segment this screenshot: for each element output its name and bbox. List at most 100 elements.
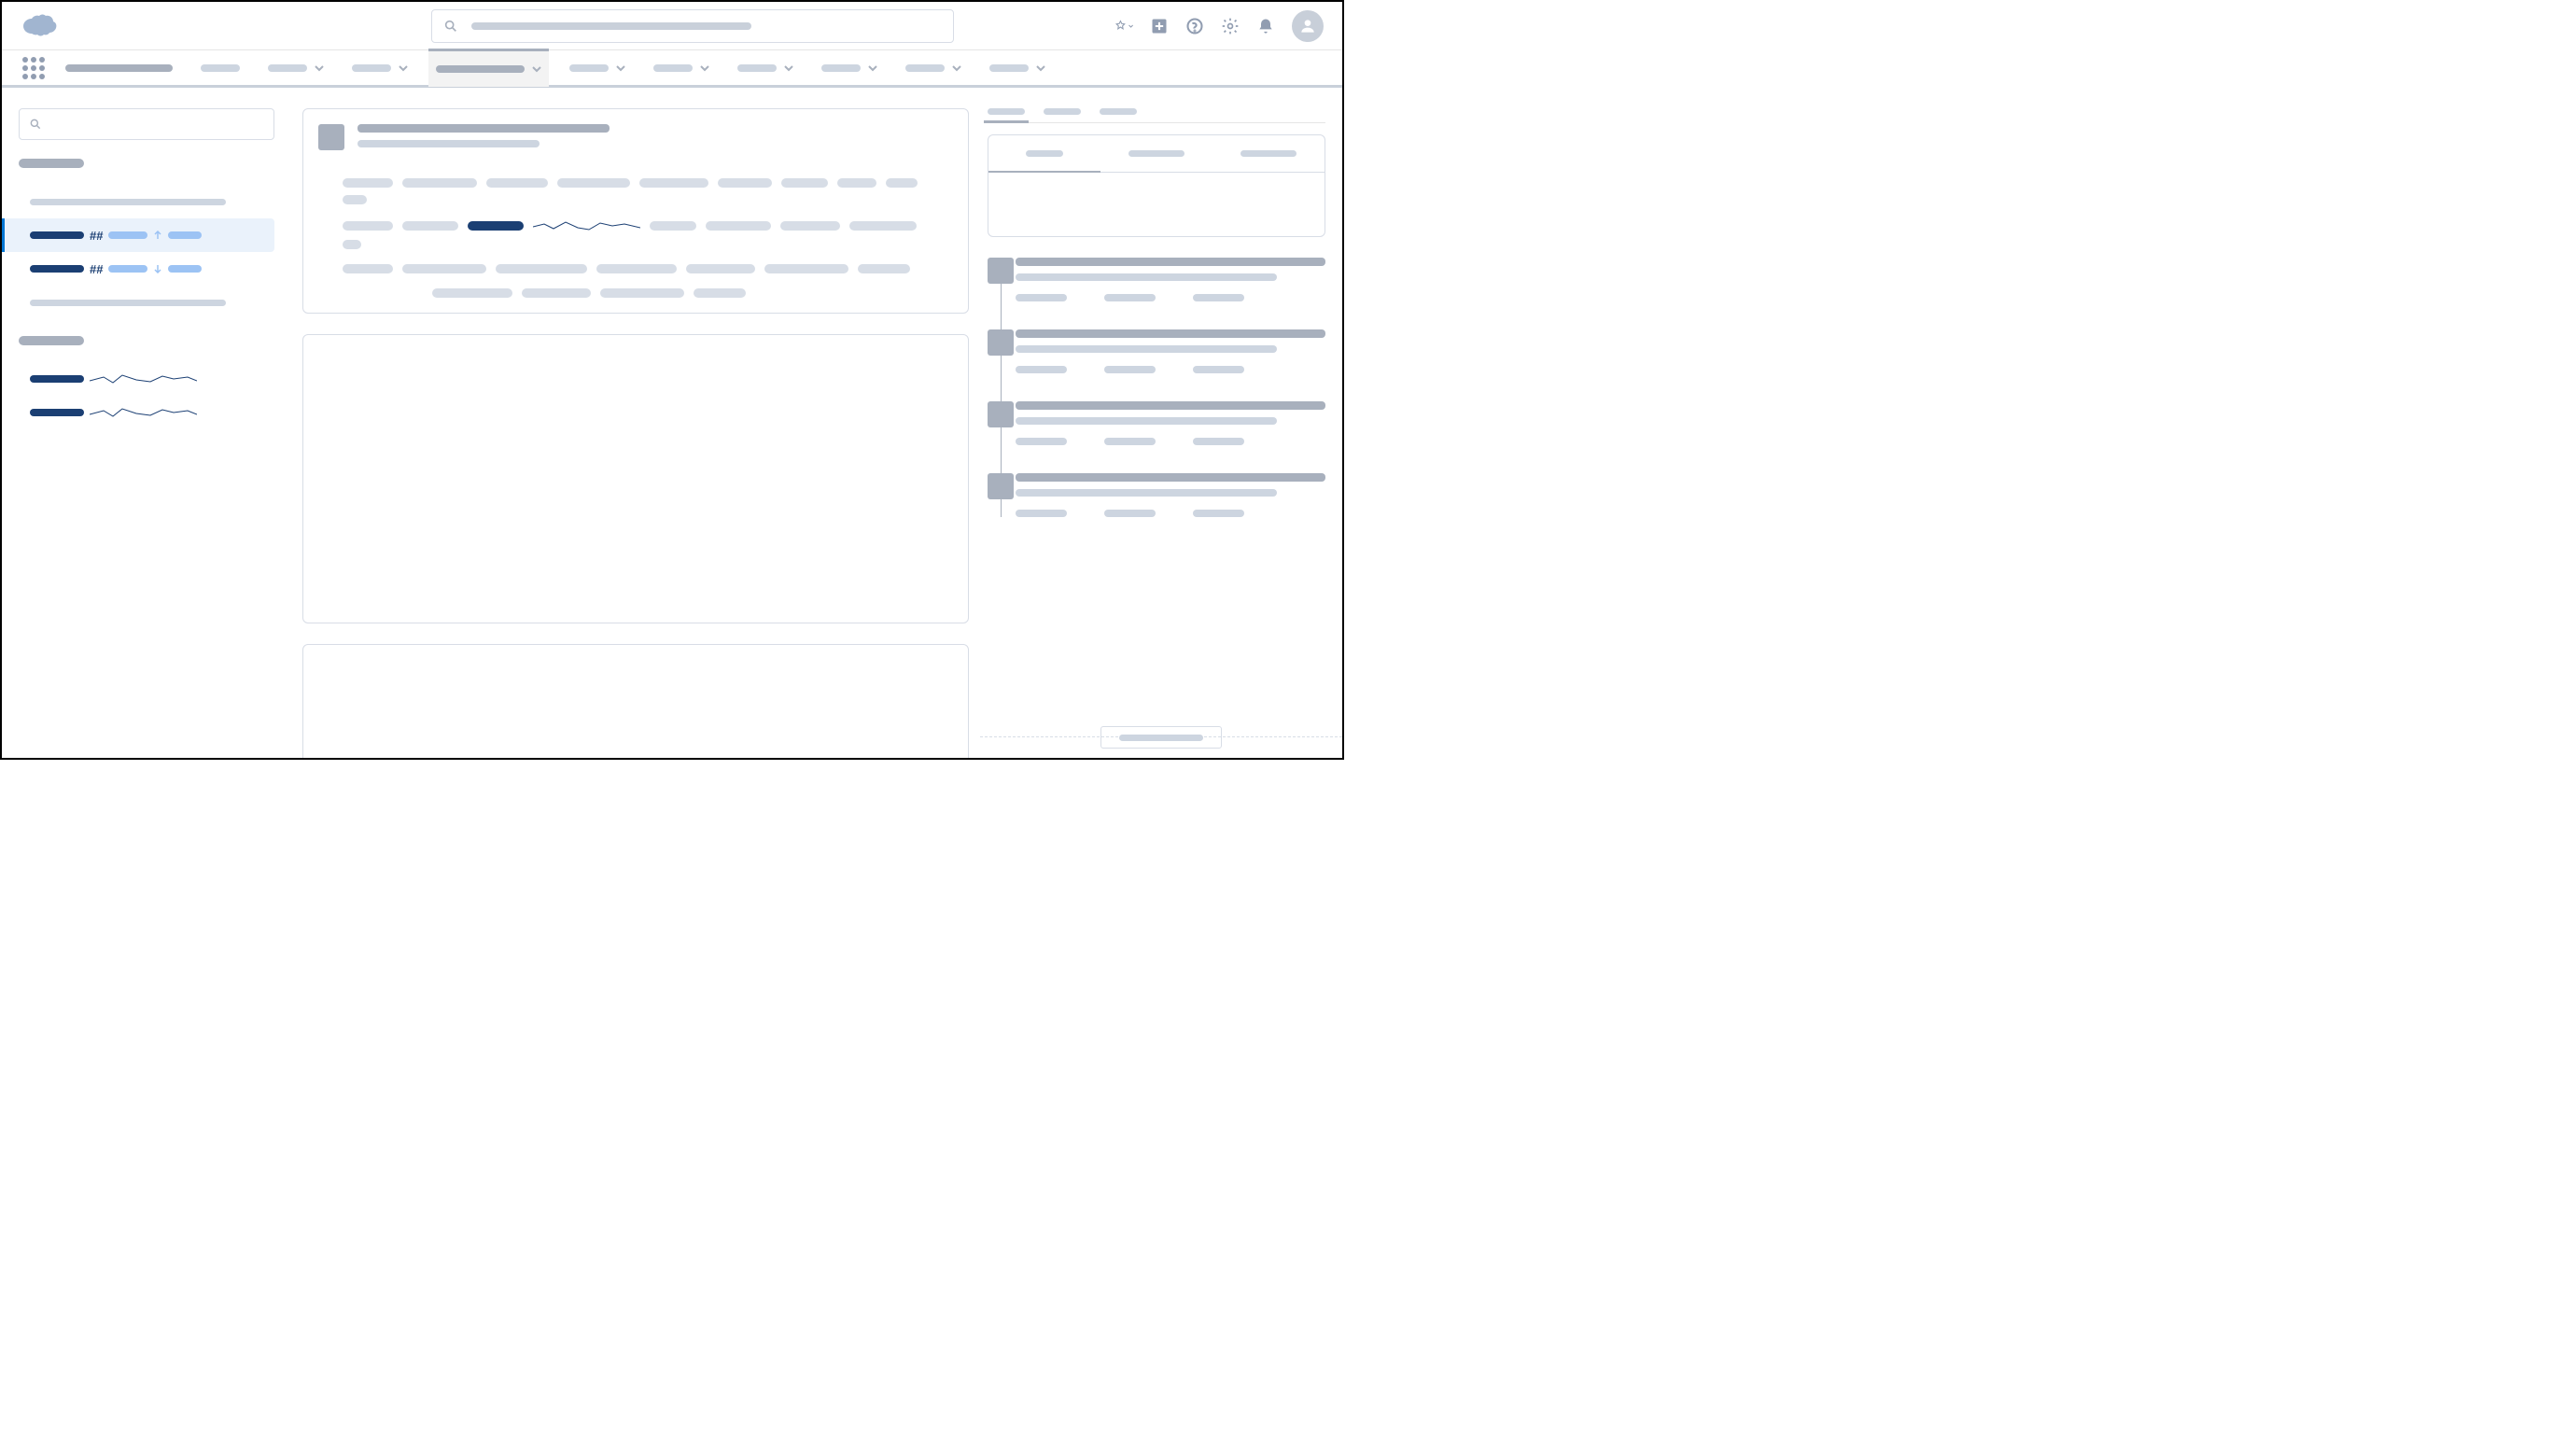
nav-tab[interactable] (562, 49, 633, 87)
user-avatar[interactable] (1292, 10, 1324, 42)
arrow-down-icon (153, 264, 162, 273)
app-launcher-icon[interactable] (22, 57, 45, 79)
field-value (600, 288, 684, 298)
composer-tab[interactable] (1100, 135, 1212, 173)
timeline-item[interactable] (1016, 258, 1325, 301)
favorites-icon[interactable] (1114, 17, 1133, 35)
field-value (837, 178, 876, 188)
sidebar-item[interactable] (19, 396, 274, 429)
field-value (402, 178, 477, 188)
field-value (468, 221, 524, 231)
activity-type-icon (988, 329, 1014, 356)
record-title (357, 124, 610, 133)
nav-tab[interactable] (646, 49, 717, 87)
activity-timeline (988, 258, 1325, 517)
sidebar-item[interactable] (19, 185, 274, 218)
nav-tab[interactable] (428, 49, 549, 87)
global-header (2, 2, 1342, 50)
activity-title (1016, 473, 1325, 482)
field-value (343, 178, 393, 188)
field-value (886, 178, 918, 188)
tab[interactable] (1044, 108, 1081, 115)
sidebar-search[interactable] (19, 108, 274, 140)
metric-value: ## (90, 262, 103, 276)
field-value (522, 288, 591, 298)
activity-meta (1016, 294, 1325, 301)
chevron-down-icon (616, 63, 625, 73)
arrow-up-icon (153, 231, 162, 240)
chevron-down-icon (1036, 63, 1045, 73)
app-name-label (65, 64, 173, 72)
composer-tab[interactable] (988, 135, 1100, 173)
settings-icon[interactable] (1221, 17, 1240, 35)
global-search[interactable] (431, 9, 954, 43)
field-value (650, 221, 696, 231)
nav-tab[interactable] (193, 49, 247, 87)
field-value (432, 288, 512, 298)
activity-tabs (988, 108, 1325, 123)
search-placeholder (471, 22, 751, 30)
chevron-down-icon (700, 63, 709, 73)
sparkline-icon (90, 405, 197, 420)
nav-tab[interactable] (260, 49, 331, 87)
field-value (694, 288, 746, 298)
tab[interactable] (988, 108, 1025, 115)
field-value (639, 178, 708, 188)
add-icon[interactable] (1150, 17, 1169, 35)
activity-type-icon (988, 258, 1014, 284)
sidebar-item[interactable]: ## (2, 218, 274, 252)
activity-subtitle (1016, 273, 1277, 281)
sidebar-item[interactable] (19, 286, 274, 319)
field-value (343, 221, 393, 231)
notifications-icon[interactable] (1256, 17, 1275, 35)
nav-tab[interactable] (982, 49, 1053, 87)
field-value (402, 264, 486, 273)
right-sidebar (980, 91, 1342, 758)
detail-card-2 (302, 644, 969, 760)
field-value (557, 178, 630, 188)
chevron-down-icon (315, 63, 324, 73)
sidebar-item[interactable]: ## (19, 252, 274, 286)
field-value (764, 264, 848, 273)
activity-subtitle (1016, 417, 1277, 425)
composer-tab[interactable] (1212, 135, 1325, 173)
record-subtitle (357, 140, 540, 147)
sidebar-section-heading (19, 159, 84, 168)
sidebar-item[interactable] (19, 362, 274, 396)
search-icon (29, 118, 42, 131)
sidebar-section-heading (19, 336, 84, 345)
nav-tab[interactable] (814, 49, 885, 87)
field-value (343, 264, 393, 273)
timeline-item[interactable] (1016, 473, 1325, 517)
record-header-card (302, 108, 969, 314)
timeline-item[interactable] (1016, 329, 1325, 373)
field-value (402, 221, 458, 231)
nav-tab[interactable] (730, 49, 801, 87)
chevron-down-icon (532, 64, 541, 74)
activity-type-icon (988, 401, 1014, 427)
load-more-button[interactable] (1100, 726, 1222, 749)
activity-subtitle (1016, 345, 1277, 353)
page-body: ## ## (2, 91, 1342, 758)
metric-value: ## (90, 229, 103, 243)
app-frame: ## ## (0, 0, 1344, 760)
activity-title (1016, 401, 1325, 410)
detail-card-1 (302, 334, 969, 623)
field-value (718, 178, 772, 188)
main-column (291, 91, 980, 758)
chevron-down-icon (784, 63, 793, 73)
nav-tab[interactable] (344, 49, 415, 87)
tab[interactable] (1100, 108, 1137, 115)
help-icon[interactable] (1185, 17, 1204, 35)
salesforce-logo[interactable] (21, 13, 58, 39)
activity-type-icon (988, 473, 1014, 499)
timeline-item[interactable] (1016, 401, 1325, 445)
object-nav-bar (2, 50, 1342, 88)
activity-meta (1016, 438, 1325, 445)
field-value (343, 240, 361, 249)
field-value (686, 264, 755, 273)
highlights-panel (303, 178, 968, 313)
search-icon (443, 19, 458, 34)
nav-tab[interactable] (898, 49, 969, 87)
field-value (858, 264, 910, 273)
